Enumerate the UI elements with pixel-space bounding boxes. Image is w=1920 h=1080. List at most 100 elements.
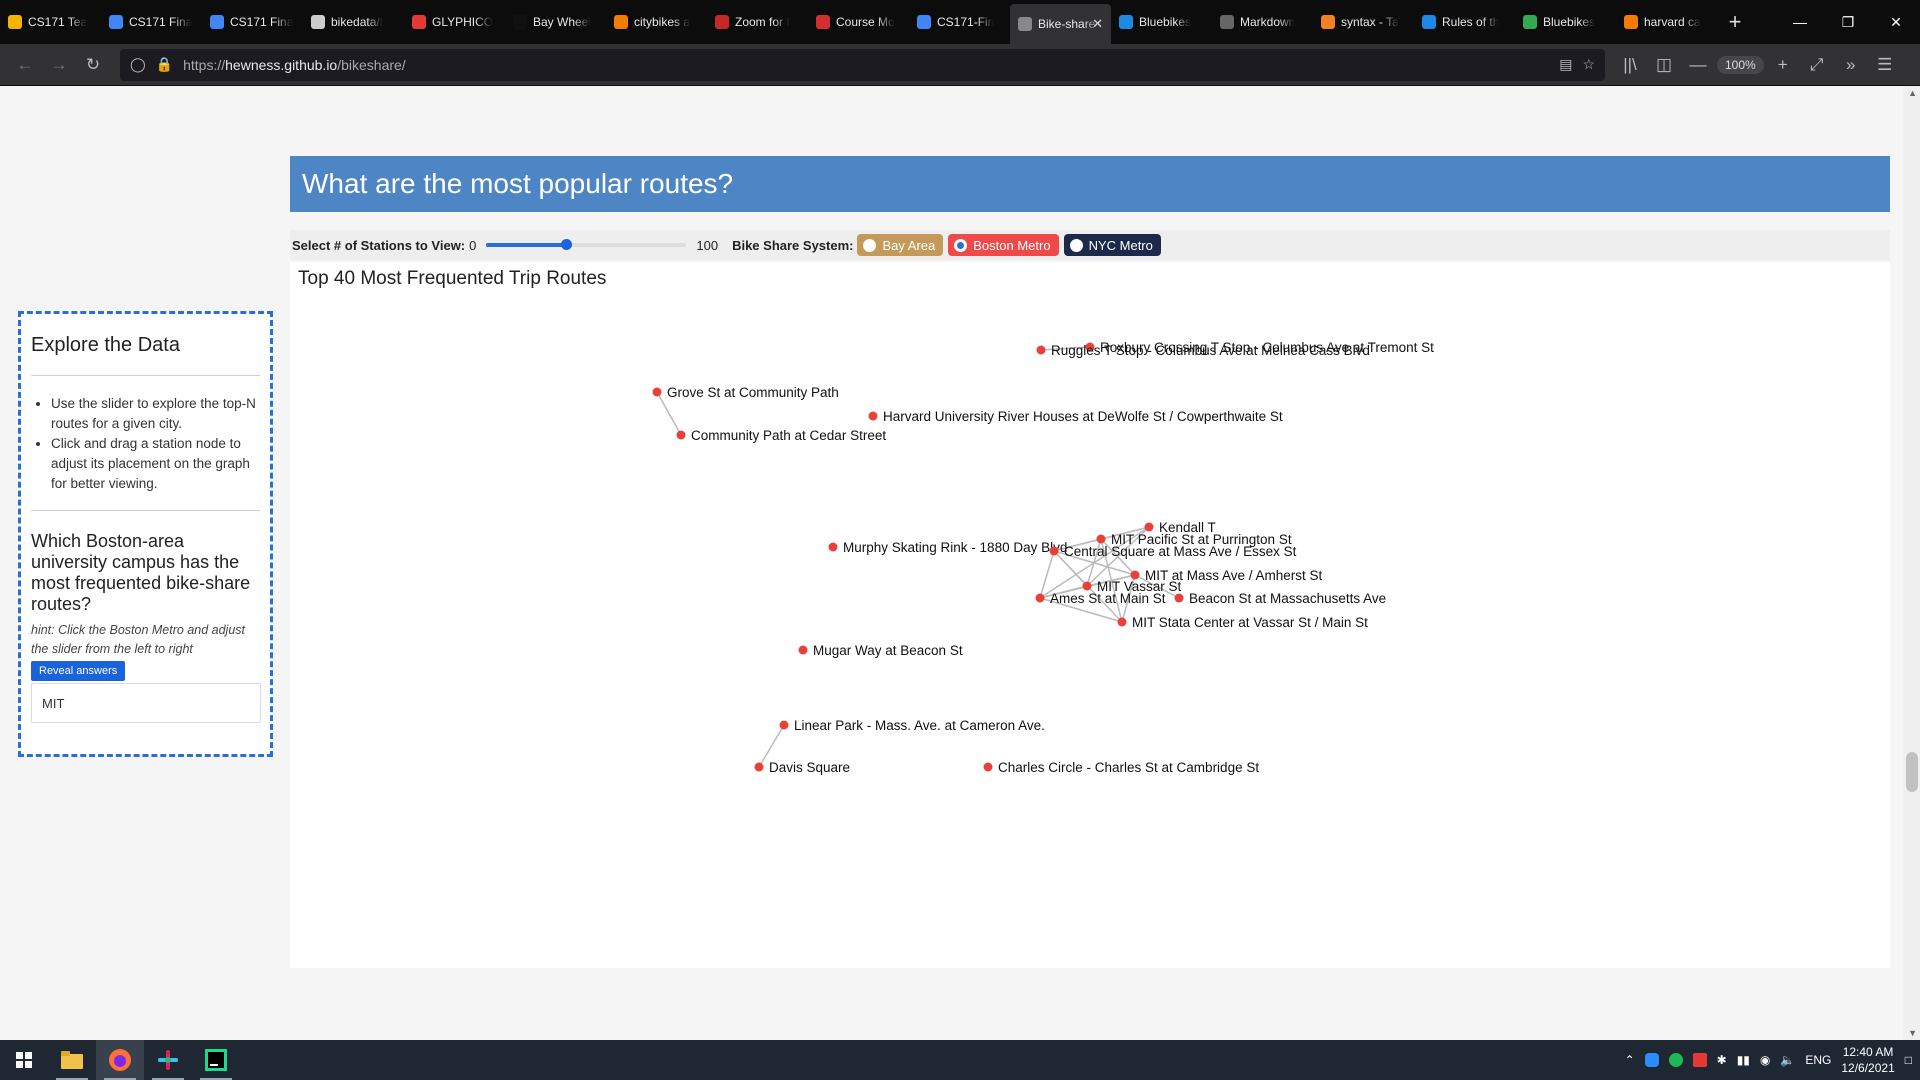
station-node[interactable]: Ames St at Main St [1035, 591, 1166, 606]
scrollbar-thumb[interactable] [1906, 752, 1918, 792]
library-icon[interactable]: ||\ [1615, 50, 1645, 80]
windows-start-icon[interactable] [0, 1040, 48, 1080]
station-node[interactable]: Harvard University River Houses at DeWol… [868, 409, 1283, 424]
restore-icon[interactable]: ❐ [1824, 0, 1872, 44]
webstorm-icon[interactable] [192, 1040, 240, 1080]
station-dot[interactable] [983, 762, 993, 772]
station-dot[interactable] [868, 411, 878, 421]
firefox-icon[interactable] [96, 1040, 144, 1080]
station-node[interactable]: Central Square at Mass Ave / Essex St [1049, 544, 1297, 559]
station-node[interactable]: Community Path at Cedar Street [676, 428, 887, 443]
bookmark-star-icon[interactable]: ☆ [1582, 56, 1595, 73]
station-node[interactable]: Grove St at Community Path [652, 385, 839, 400]
station-dot[interactable] [1035, 593, 1045, 603]
station-node[interactable]: Beacon St at Massachusetts Ave [1174, 591, 1387, 606]
shield-icon[interactable]: ◯ [130, 56, 146, 73]
scroll-up-arrow-icon[interactable]: ▲ [1908, 88, 1917, 98]
lock-icon[interactable]: 🔒 [156, 56, 173, 73]
sidebar-icon[interactable]: ◫ [1649, 50, 1679, 80]
browser-tab[interactable]: citybikes a [606, 0, 707, 44]
station-dot[interactable] [798, 645, 808, 655]
scroll-down-arrow-icon[interactable]: ▼ [1908, 1028, 1917, 1038]
notification-icon[interactable]: □ [1905, 1053, 1912, 1067]
clock[interactable]: 12:40 AM 12/6/2021 [1841, 1044, 1894, 1076]
station-dot[interactable] [1036, 345, 1046, 355]
station-node[interactable]: MIT Stata Center at Vassar St / Main St [1117, 615, 1369, 630]
volume-icon[interactable]: 🔈 [1780, 1053, 1795, 1067]
tab-favicon-icon [1018, 17, 1032, 31]
reader-view-icon[interactable]: ▤ [1559, 56, 1572, 73]
browser-tab[interactable]: harvard ca [1616, 0, 1717, 44]
station-count-slider[interactable] [486, 239, 687, 250]
station-dot[interactable] [1049, 546, 1059, 556]
reload-icon[interactable]: ↻ [78, 50, 108, 80]
browser-tab[interactable]: Bike-share u ✕ [1010, 4, 1111, 44]
back-arrow-icon[interactable]: ← [10, 50, 40, 80]
tray-overflow-chevron-icon[interactable]: ⌃ [1625, 1053, 1635, 1067]
station-node[interactable]: Murphy Skating Rink - 1880 Day Blvd [828, 540, 1068, 555]
fullscreen-icon[interactable]: ⤢ [1802, 50, 1832, 80]
page-viewport: What are the most popular routes? Select… [0, 86, 1920, 1040]
close-window-icon[interactable]: ✕ [1872, 0, 1920, 44]
browser-tab[interactable]: Bluebikes [1111, 0, 1212, 44]
system-option-bay-area[interactable]: Bay Area [857, 234, 944, 256]
browser-tab[interactable]: Bluebikes [1515, 0, 1616, 44]
new-tab-button[interactable]: + [1717, 9, 1753, 35]
zoom-in-icon[interactable]: + [1768, 50, 1798, 80]
answer-field[interactable]: MIT [31, 683, 261, 723]
browser-tab[interactable]: Zoom for I [707, 0, 808, 44]
station-node[interactable]: Charles Circle - Charles St at Cambridge… [983, 760, 1260, 775]
station-node[interactable]: Mugar Way at Beacon St [798, 643, 963, 658]
station-label: Central Square at Mass Ave / Essex St [1064, 544, 1297, 559]
forward-arrow-icon[interactable]: → [44, 50, 74, 80]
slider-handle[interactable] [561, 239, 573, 250]
zoom-level[interactable]: 100% [1717, 55, 1764, 74]
station-dot[interactable] [1082, 581, 1092, 591]
station-dot[interactable] [779, 720, 789, 730]
overflow-chevron-icon[interactable]: » [1836, 50, 1866, 80]
system-option-nyc-metro[interactable]: NYC Metro [1063, 234, 1161, 256]
system-option-boston-metro[interactable]: Boston Metro [948, 234, 1059, 256]
radio-icon[interactable] [863, 238, 877, 252]
browser-tab[interactable]: CS171 Fina [202, 0, 303, 44]
slack-icon[interactable] [144, 1040, 192, 1080]
slack-tray-icon[interactable]: ✱ [1717, 1053, 1727, 1067]
language-indicator[interactable]: ENG [1805, 1053, 1831, 1067]
station-node[interactable]: Davis Square [754, 760, 851, 775]
browser-tab[interactable]: CS171 Tea [0, 0, 101, 44]
browser-tab[interactable]: CS171 Fina [101, 0, 202, 44]
vertical-scrollbar[interactable]: ▲ ▼ [1903, 86, 1920, 1040]
browser-tab[interactable]: bikedata/t [303, 0, 404, 44]
station-dot[interactable] [676, 430, 686, 440]
browser-tab[interactable]: Bay Wheel [505, 0, 606, 44]
zoom-out-icon[interactable]: — [1683, 50, 1713, 80]
tab-close-icon[interactable]: ✕ [1092, 16, 1103, 32]
station-dot[interactable] [828, 542, 838, 552]
reveal-answers-button[interactable]: Reveal answers [31, 661, 126, 681]
station-node[interactable]: Linear Park - Mass. Ave. at Cameron Ave. [779, 718, 1045, 733]
zoom-tray-icon[interactable] [1644, 1053, 1659, 1067]
station-dot[interactable] [1174, 593, 1184, 603]
browser-tab[interactable]: syntax - Ta [1313, 0, 1414, 44]
station-dot[interactable] [1096, 534, 1106, 544]
station-dot[interactable] [1144, 522, 1154, 532]
station-dot[interactable] [754, 762, 764, 772]
battery-icon[interactable]: ▮▮ [1737, 1053, 1750, 1067]
station-node[interactable]: Ruggles T Stop - Columbus Ave at Melnea … [1036, 343, 1370, 358]
spotify-tray-icon[interactable] [1668, 1053, 1683, 1067]
browser-tab[interactable]: Markdown [1212, 0, 1313, 44]
antivirus-tray-icon[interactable] [1692, 1053, 1707, 1067]
radio-icon[interactable] [954, 238, 968, 252]
file-explorer-icon[interactable] [48, 1040, 96, 1080]
station-dot[interactable] [1117, 617, 1127, 627]
radio-icon[interactable] [1069, 238, 1083, 252]
browser-tab[interactable]: GLYPHICO [404, 0, 505, 44]
station-dot[interactable] [652, 387, 662, 397]
address-bar[interactable]: ◯ 🔒 https://hewness.github.io/bikeshare/… [120, 48, 1605, 81]
browser-tab[interactable]: Rules of th [1414, 0, 1515, 44]
browser-tab[interactable]: CS171-Fin [909, 0, 1010, 44]
menu-icon[interactable]: ☰ [1870, 50, 1900, 80]
minimize-icon[interactable]: — [1776, 0, 1824, 44]
wifi-icon[interactable]: ◉ [1760, 1053, 1770, 1067]
browser-tab[interactable]: Course Mo [808, 0, 909, 44]
